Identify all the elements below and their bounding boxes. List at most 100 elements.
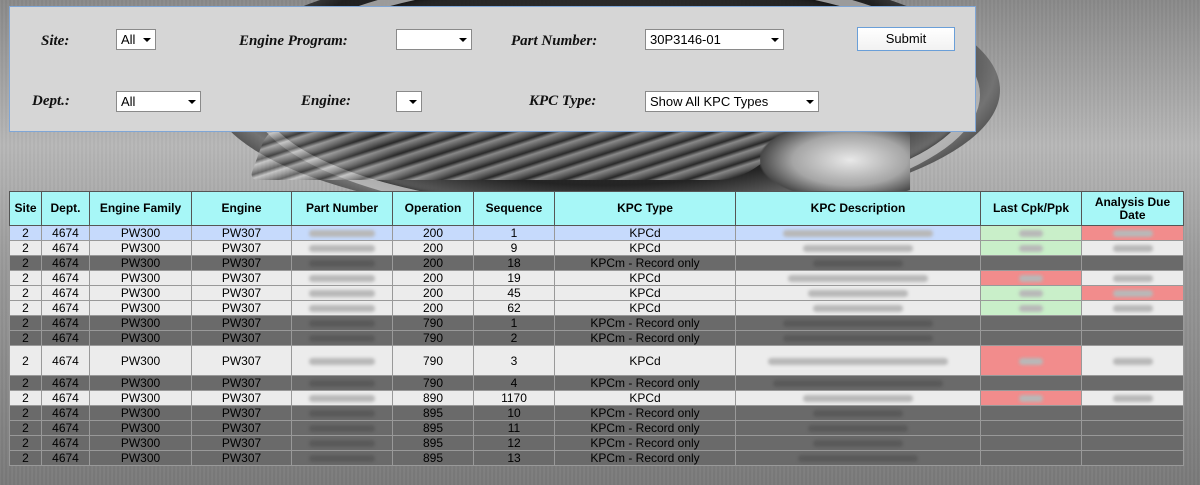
cell-part-number-redacted [291,450,393,466]
col-header-last-cpk[interactable]: Last Cpk/Ppk [980,191,1082,226]
redacted-text [788,275,928,283]
table-row[interactable]: 2 4674 PW300 PW307 200 62 KPCd [9,300,1184,316]
table-row[interactable]: 2 4674 PW300 PW307 200 18 KPCm - Record only [9,255,1184,271]
redacted-text [309,335,375,343]
filter-panel: Site: All Engine Program: Part Number: 3… [9,6,976,132]
redacted-text [309,440,375,448]
redacted-text [813,305,903,313]
cell-operation: 200 [392,270,474,286]
cell-sequence: 1 [473,315,555,331]
table-row[interactable]: 2 4674 PW300 PW307 200 9 KPCd [9,240,1184,256]
col-header-operation[interactable]: Operation [392,191,474,226]
engine-select[interactable] [396,91,422,112]
cell-analysis-due-date-redacted [1081,435,1184,451]
redacted-text [798,455,918,463]
cell-engine: PW307 [191,450,292,466]
table-row[interactable]: 2 4674 PW300 PW307 790 4 KPCm - Record only [9,375,1184,391]
cell-kpc-type: KPCm - Record only [554,405,736,421]
cell-part-number-redacted [291,435,393,451]
col-header-kpc-type[interactable]: KPC Type [554,191,736,226]
cell-engine: PW307 [191,390,292,406]
cell-kpc-description-redacted [735,390,981,406]
redacted-text [783,320,933,328]
cell-family: PW300 [89,420,192,436]
cell-dept: 4674 [41,405,90,421]
col-header-analysis-due-date[interactable]: Analysis Due Date [1081,191,1184,226]
redacted-text [1019,275,1043,283]
cell-part-number-redacted [291,285,393,301]
table-row[interactable]: 2 4674 PW300 PW307 200 45 KPCd [9,285,1184,301]
cell-kpc-description-redacted [735,420,981,436]
col-header-engine[interactable]: Engine [191,191,292,226]
cell-kpc-description-redacted [735,255,981,271]
redacted-text [1019,230,1043,238]
cell-sequence: 1170 [473,390,555,406]
table-row[interactable]: 2 4674 PW300 PW307 895 10 KPCm - Record only [9,405,1184,421]
redacted-text [813,410,903,418]
kpc-type-select[interactable]: Show All KPC Types [645,91,819,112]
table-row[interactable]: 2 4674 PW300 PW307 200 1 KPCd [9,225,1184,241]
dept-select[interactable]: All [116,91,201,112]
cell-sequence: 10 [473,405,555,421]
col-header-sequence[interactable]: Sequence [473,191,555,226]
table-row[interactable]: 2 4674 PW300 PW307 890 1170 KPCd [9,390,1184,406]
col-header-site[interactable]: Site [9,191,42,226]
engine-program-select[interactable] [396,29,472,50]
cell-engine: PW307 [191,240,292,256]
cell-dept: 4674 [41,300,90,316]
col-header-engine-family[interactable]: Engine Family [89,191,192,226]
col-header-part-number[interactable]: Part Number [291,191,393,226]
cell-kpc-description-redacted [735,270,981,286]
chevron-down-icon [459,38,467,42]
cell-last-cpk-redacted [980,420,1082,436]
cell-part-number-redacted [291,225,393,241]
col-header-kpc-description[interactable]: KPC Description [735,191,981,226]
cell-kpc-type: KPCm - Record only [554,315,736,331]
col-header-dept[interactable]: Dept. [41,191,90,226]
cell-site: 2 [9,345,42,376]
cell-kpc-description-redacted [735,450,981,466]
cell-analysis-due-date-redacted [1081,405,1184,421]
redacted-text [309,275,375,283]
table-row[interactable]: 2 4674 PW300 PW307 790 3 KPCd [9,345,1184,376]
table-body: 2 4674 PW300 PW307 200 1 KPCd 2 4674 PW300 PW307 20… [9,225,1184,466]
redacted-text [1019,305,1043,313]
cell-family: PW300 [89,270,192,286]
cell-sequence: 9 [473,240,555,256]
cell-dept: 4674 [41,240,90,256]
table-row[interactable]: 2 4674 PW300 PW307 895 11 KPCm - Record only [9,420,1184,436]
table-row[interactable]: 2 4674 PW300 PW307 790 2 KPCm - Record only [9,330,1184,346]
cell-family: PW300 [89,435,192,451]
cell-last-cpk-redacted [980,255,1082,271]
cell-analysis-due-date-redacted [1081,240,1184,256]
redacted-text [309,230,375,238]
redacted-text [1019,357,1043,365]
cell-operation: 895 [392,435,474,451]
table-row[interactable]: 2 4674 PW300 PW307 790 1 KPCm - Record only [9,315,1184,331]
cell-dept: 4674 [41,345,90,376]
cell-dept: 4674 [41,420,90,436]
cell-kpc-type: KPCd [554,345,736,376]
cell-last-cpk-redacted [980,225,1082,241]
table-row[interactable]: 2 4674 PW300 PW307 895 12 KPCm - Record only [9,435,1184,451]
cell-site: 2 [9,390,42,406]
cell-site: 2 [9,240,42,256]
cell-dept: 4674 [41,270,90,286]
table-row[interactable]: 2 4674 PW300 PW307 895 13 KPCm - Record only [9,450,1184,466]
cell-analysis-due-date-redacted [1081,255,1184,271]
submit-button[interactable]: Submit [857,27,955,51]
cell-kpc-type: KPCd [554,270,736,286]
redacted-text [1019,395,1043,403]
cell-sequence: 45 [473,285,555,301]
redacted-text [1112,290,1153,298]
table-row[interactable]: 2 4674 PW300 PW307 200 19 KPCd [9,270,1184,286]
cell-site: 2 [9,285,42,301]
part-number-select[interactable]: 30P3146-01 [645,29,784,50]
cell-kpc-type: KPCm - Record only [554,375,736,391]
site-select[interactable]: All [116,29,156,50]
redacted-text [1019,245,1043,253]
cell-dept: 4674 [41,375,90,391]
cell-analysis-due-date-redacted [1081,420,1184,436]
cell-operation: 890 [392,390,474,406]
redacted-text [808,425,908,433]
